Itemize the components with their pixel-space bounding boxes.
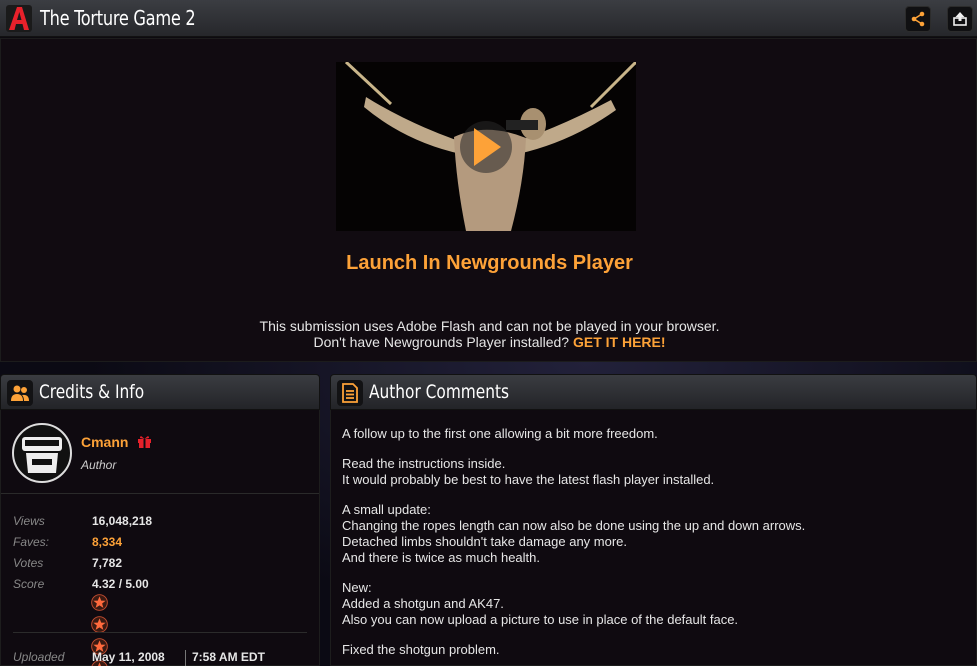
star-filled-icon (91, 594, 108, 611)
document-icon (337, 380, 363, 406)
uploaded-label: Uploaded (13, 650, 65, 664)
get-it-here-link[interactable]: GET IT HERE! (573, 334, 666, 350)
comment-paragraph: New: Added a shotgun and AK47. Also you … (342, 580, 962, 628)
people-icon (7, 380, 33, 406)
comment-line: Added a shotgun and AK47. (342, 596, 504, 611)
comment-paragraph: A small update: Changing the ropes lengt… (342, 502, 962, 566)
faves-value[interactable]: 8,334 (92, 535, 122, 549)
views-label: Views (13, 514, 45, 528)
credits-panel-title: Credits & Info (39, 381, 145, 403)
comments-panel-header: Author Comments (330, 374, 977, 410)
separator (185, 650, 186, 666)
comment-line: A follow up to the first one allowing a … (342, 426, 658, 441)
title-bar: The Torture Game 2 (0, 0, 977, 37)
views-value: 16,048,218 (92, 514, 153, 528)
comment-line: Fixed the shotgun problem. (342, 642, 500, 657)
score-label: Score (13, 577, 45, 591)
page-title: The Torture Game 2 (40, 6, 196, 30)
launch-player-link[interactable]: Launch In Newgrounds Player (1, 252, 977, 275)
score-value: 4.32 / 5.00 (92, 577, 149, 591)
views-row: Views 16,048,218 (13, 514, 313, 530)
faves-row: Faves: 8,334 (13, 535, 313, 551)
comment-line: Read the instructions inside. (342, 456, 506, 471)
author-name-link[interactable]: Cmann (81, 434, 128, 450)
avatar[interactable] (12, 423, 72, 483)
exit-icon (953, 12, 967, 26)
flash-player-area: Launch In Newgrounds Player This submiss… (0, 38, 977, 362)
comment-paragraph: Read the instructions inside. It would p… (342, 456, 962, 488)
author-role: Author (81, 458, 117, 472)
credits-panel: Cmann Author Views 16,048,218 Faves: 8,3… (0, 410, 320, 666)
comments-panel-title: Author Comments (369, 381, 510, 403)
flash-notice: This submission uses Adobe Flash and can… (1, 318, 977, 350)
notice-line-1: This submission uses Adobe Flash and can… (259, 318, 720, 334)
newgrounds-logo-icon[interactable] (6, 5, 32, 32)
comment-paragraph: Fixed the shotgun problem. (342, 642, 962, 658)
notice-line-2: Don't have Newgrounds Player installed? … (1, 334, 977, 350)
faves-label: Faves: (13, 535, 50, 549)
uploaded-date: May 11, 2008 (92, 650, 165, 664)
author-comment-text: A follow up to the first one allowing a … (342, 426, 962, 666)
comment-line: It would probably be best to have the la… (342, 472, 715, 487)
comment-line: A small update: (342, 502, 431, 517)
score-row: Score 4.32 / 5.00 (13, 577, 313, 593)
star-rating[interactable] (91, 594, 110, 666)
comment-line: Also you can now upload a picture to use… (342, 612, 739, 627)
exit-button[interactable] (947, 6, 973, 32)
uploaded-time: 7:58 AM EDT (192, 650, 265, 664)
comment-line: Changing the ropes length can now also b… (342, 518, 806, 533)
gift-icon (138, 436, 151, 448)
notice-line-2-text: Don't have Newgrounds Player installed? (313, 334, 570, 350)
votes-row: Votes 7,782 (13, 556, 313, 572)
author-card: Cmann Author (1, 410, 319, 494)
comments-panel: A follow up to the first one allowing a … (330, 410, 977, 666)
votes-label: Votes (13, 556, 44, 570)
comment-line: Detached limbs shouldn't take damage any… (342, 534, 628, 549)
comment-line: And there is twice as much health. (342, 550, 540, 565)
share-button[interactable] (905, 6, 931, 32)
game-thumbnail[interactable] (336, 62, 636, 231)
star-filled-icon (91, 616, 108, 633)
comment-paragraph: A follow up to the first one allowing a … (342, 426, 962, 442)
share-icon (911, 11, 925, 27)
comment-line: New: (342, 580, 372, 595)
credits-panel-header: Credits & Info (0, 374, 320, 410)
divider (13, 632, 307, 633)
votes-value: 7,782 (92, 556, 123, 570)
